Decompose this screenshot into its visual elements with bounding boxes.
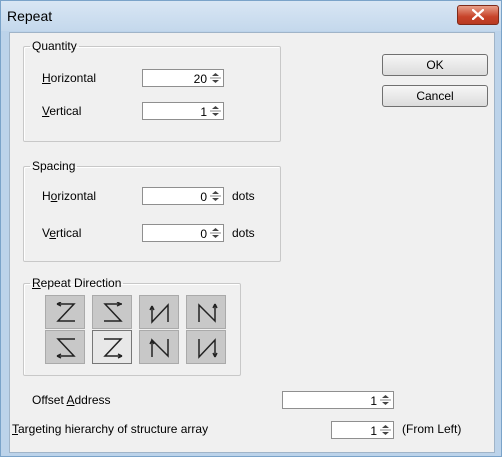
quantity-horizontal-value: 20 [193, 72, 207, 86]
repeat-n-up-icon [149, 303, 169, 324]
repeat-z-icon [56, 302, 76, 322]
offset-address-value: 1 [370, 394, 377, 408]
quantity-horizontal-spinner[interactable]: 20 [142, 69, 224, 87]
spacing-horizontal-spinner[interactable]: 0 [142, 187, 224, 205]
repeat-n-down-reverse-icon [198, 338, 218, 359]
close-button[interactable] [457, 5, 499, 25]
direction-button-5[interactable] [45, 330, 85, 364]
spacing-vertical-label: Vertical [42, 226, 82, 240]
quantity-horizontal-label: Horizontal [42, 71, 97, 85]
spacing-group: Spacing [23, 159, 281, 262]
window-title: Repeat [7, 8, 53, 24]
direction-button-1[interactable] [45, 295, 85, 329]
spacing-legend: Spacing [32, 159, 76, 173]
repeat-n-up-reverse-icon [149, 338, 169, 358]
direction-button-4[interactable] [186, 295, 226, 329]
targeting-suffix: (From Left) [402, 422, 462, 436]
quantity-legend: Quantity [32, 39, 77, 53]
spin-arrows[interactable] [379, 393, 392, 407]
direction-button-6[interactable] [92, 330, 132, 364]
direction-button-2[interactable] [92, 295, 132, 329]
spacing-vertical-value: 0 [200, 227, 207, 241]
title-bar: Repeat [1, 1, 501, 31]
spin-up-down-icon [210, 228, 221, 238]
ok-button[interactable]: OK [382, 54, 488, 76]
spin-arrows[interactable] [209, 226, 222, 240]
spacing-vertical-unit: dots [232, 226, 255, 240]
repeat-s-icon [103, 302, 123, 322]
spin-up-down-icon [210, 106, 221, 116]
direction-button-grid [22, 285, 234, 365]
quantity-vertical-spinner[interactable]: 1 [142, 102, 224, 120]
spin-arrows[interactable] [379, 423, 392, 437]
targeting-label: Targeting hierarchy of structure array [12, 422, 209, 436]
spin-up-down-icon [210, 73, 221, 83]
cancel-button[interactable]: Cancel [382, 85, 488, 107]
ok-button-label: OK [426, 58, 444, 72]
repeat-z-down-icon [103, 338, 123, 359]
spin-up-down-icon [380, 425, 391, 435]
spin-arrows[interactable] [209, 71, 222, 85]
targeting-value: 1 [370, 424, 377, 438]
spin-arrows[interactable] [209, 104, 222, 118]
repeat-dialog: Repeat Quantity Horizontal 20 Vertical 1 [0, 0, 502, 457]
spacing-horizontal-unit: dots [232, 189, 255, 203]
offset-address-spinner[interactable]: 1 [282, 391, 394, 409]
dialog-body: Quantity Horizontal 20 Vertical 1 Spacin… [9, 32, 495, 453]
quantity-vertical-label: Vertical [42, 104, 82, 118]
spacing-horizontal-value: 0 [200, 190, 207, 204]
spacing-vertical-spinner[interactable]: 0 [142, 224, 224, 242]
targeting-spinner[interactable]: 1 [331, 421, 394, 439]
spin-arrows[interactable] [209, 189, 222, 203]
close-icon [472, 9, 484, 20]
direction-button-3[interactable] [139, 295, 179, 329]
repeat-n-down-icon [198, 303, 218, 323]
spin-up-down-icon [210, 191, 221, 201]
quantity-vertical-value: 1 [200, 105, 207, 119]
direction-button-8[interactable] [186, 330, 226, 364]
spin-up-down-icon [380, 395, 391, 405]
offset-address-label: Offset Address [32, 393, 111, 407]
spacing-horizontal-label: Horizontal [42, 189, 97, 203]
cancel-button-label: Cancel [416, 89, 454, 103]
quantity-group: Quantity [23, 39, 281, 142]
direction-button-7[interactable] [139, 330, 179, 364]
repeat-z-reverse-icon [56, 338, 76, 359]
